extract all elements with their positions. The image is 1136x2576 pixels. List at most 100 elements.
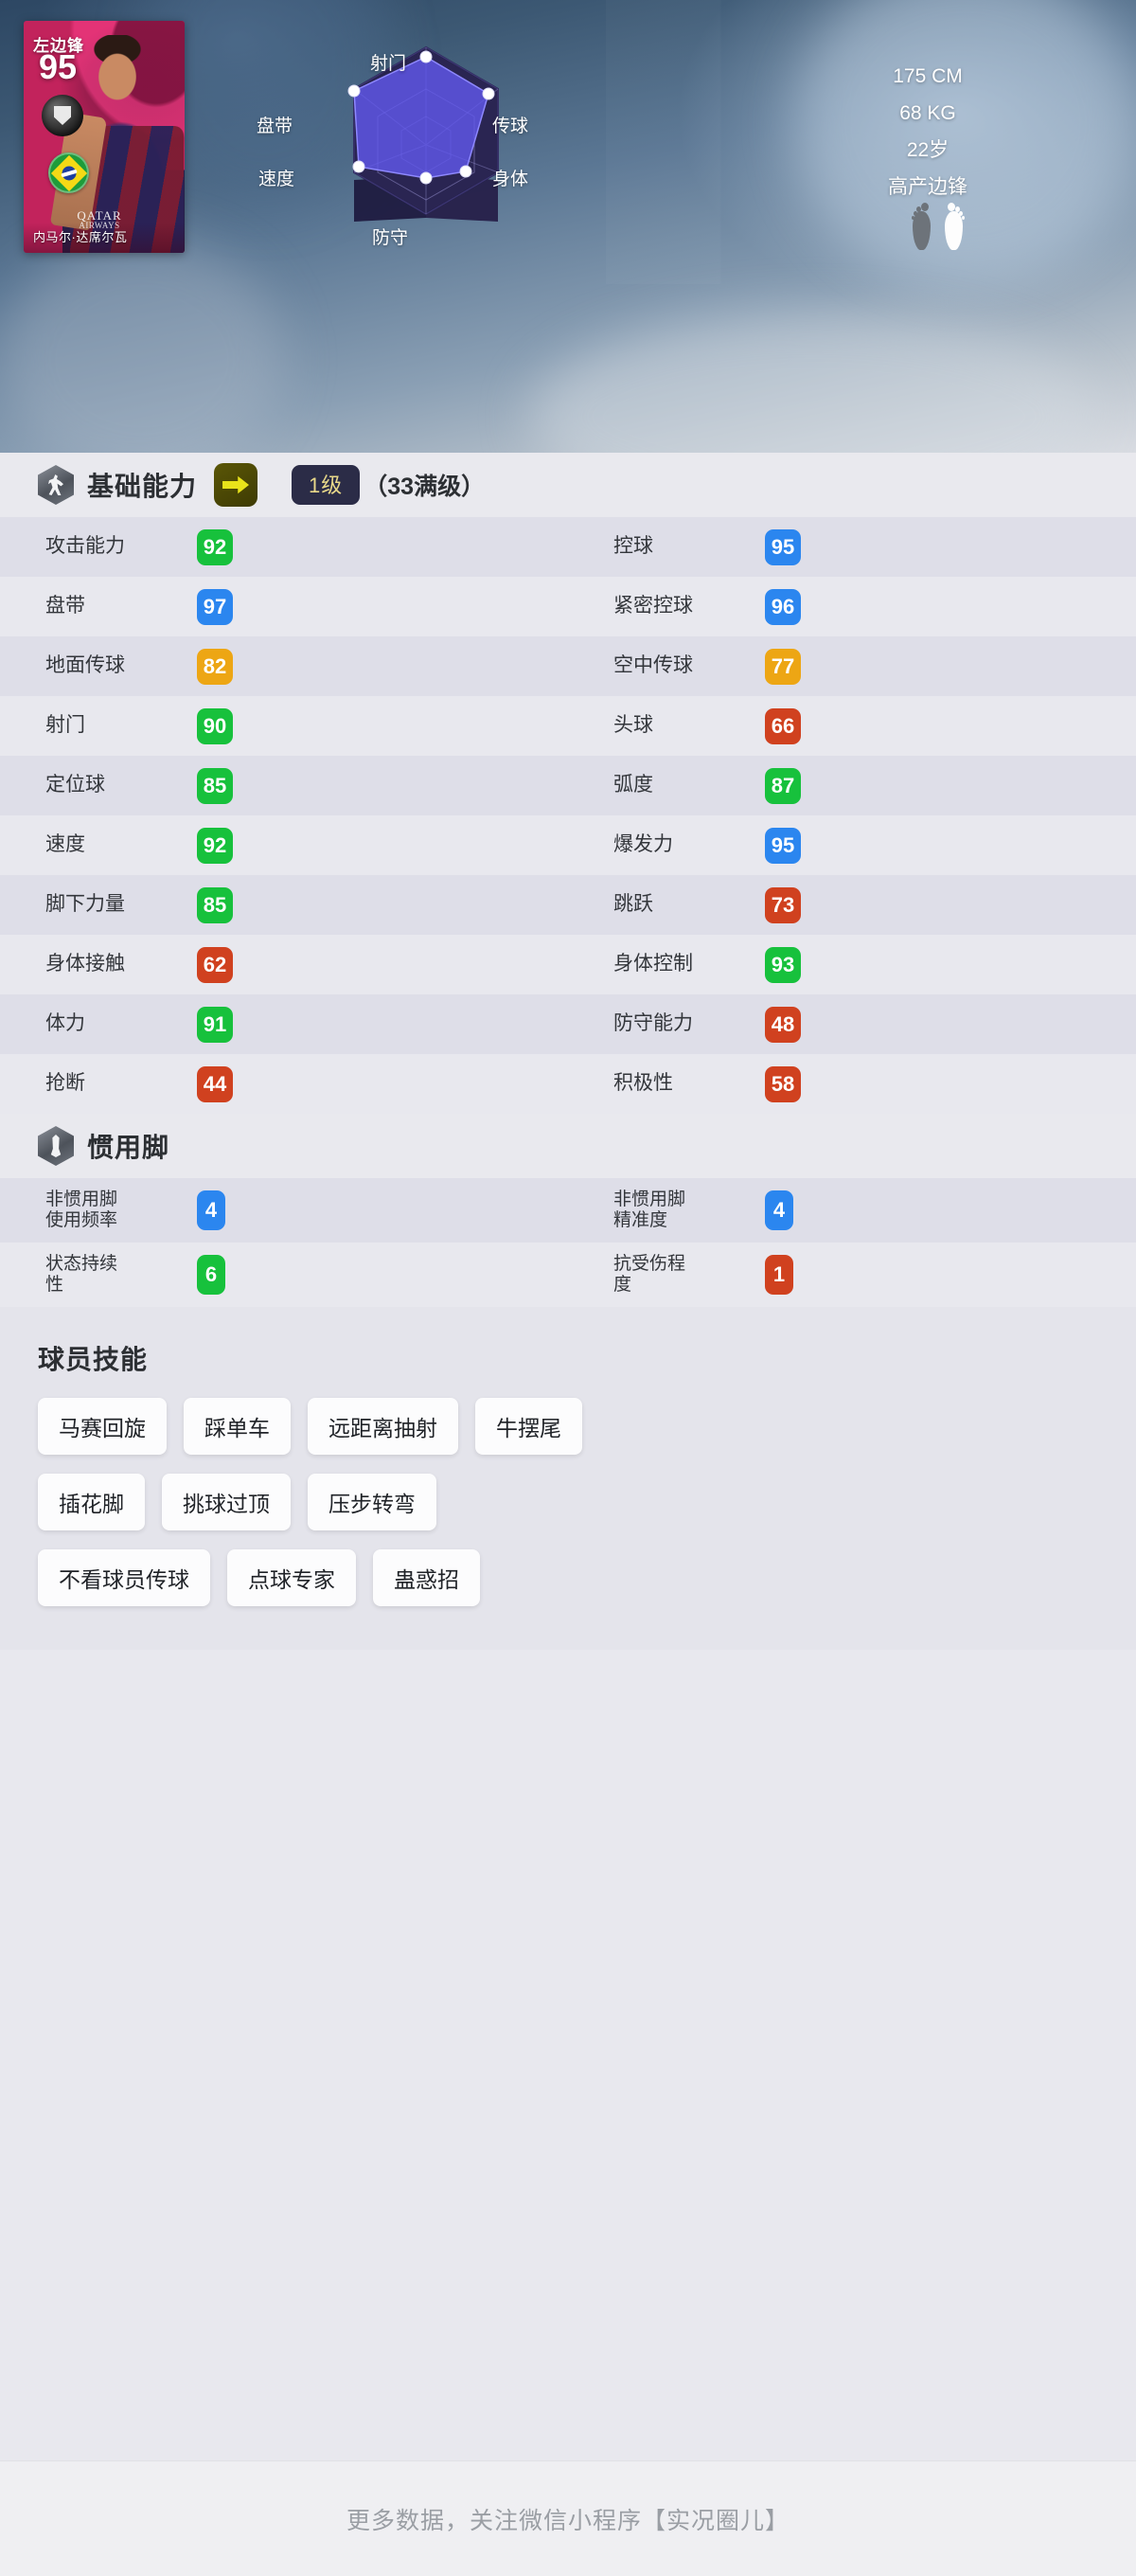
- bio-age: 22岁: [906, 138, 950, 161]
- stat-value-badge: 95: [765, 827, 801, 864]
- left-footprint-icon: [912, 201, 932, 250]
- stat-cell: 速度 92: [0, 815, 568, 875]
- table-row: 体力 91 防守能力 48: [0, 994, 1136, 1054]
- skill-chip-row: 马赛回旋 踩单车 远距离抽射 牛摆尾: [38, 1398, 1136, 1455]
- table-row: 地面传球 82 空中传球 77: [0, 636, 1136, 696]
- stat-label: 紧密控球: [613, 595, 693, 617]
- table-row: 定位球 85 弧度 87: [0, 756, 1136, 815]
- stat-label: 地面传球: [45, 654, 125, 677]
- skill-chip[interactable]: 踩单车: [184, 1398, 291, 1455]
- stat-value-badge: 97: [197, 588, 233, 625]
- brazil-flag-icon: [48, 152, 89, 193]
- radar-label-defending: 防守: [372, 228, 409, 248]
- player-card[interactable]: QATAR AIRWAYS 左边锋 95 内马尔·达席尔瓦: [24, 21, 185, 253]
- right-footprint-icon: [944, 201, 965, 250]
- radar-label-dribbling: 盘带: [257, 116, 293, 136]
- stat-value-badge: 4: [197, 1190, 225, 1230]
- skill-chip[interactable]: 牛摆尾: [475, 1398, 582, 1455]
- stat-value-badge: 66: [765, 707, 801, 744]
- stat-label: 抗受伤程度: [613, 1253, 686, 1295]
- skill-chip[interactable]: 远距离抽射: [308, 1398, 458, 1455]
- bio-weight: 68 KG: [899, 101, 956, 124]
- level-max-label: （33满级）: [364, 474, 486, 500]
- stat-value-badge: 85: [197, 767, 233, 804]
- stat-value-badge: 48: [765, 1006, 801, 1043]
- stat-value-badge: 85: [197, 886, 233, 923]
- stat-cell: 积极性 58: [568, 1054, 1136, 1114]
- stat-value-badge: 44: [197, 1065, 233, 1102]
- boot-hex-icon: [38, 1126, 74, 1166]
- basic-abilities-table: 攻击能力 92 控球 95 盘带 97 紧密控球 96 地面传球 82 空中传球 77 射门 90 头球 66…: [0, 517, 1136, 1114]
- stat-label: 爆发力: [613, 833, 673, 856]
- stat-cell: 抢断 44: [0, 1054, 568, 1114]
- stat-cell: 身体接触 62: [0, 935, 568, 994]
- player-skills-title: 球员技能: [38, 1345, 149, 1374]
- stat-label: 控球: [613, 535, 653, 558]
- stat-label: 非惯用脚 精准度: [613, 1189, 686, 1230]
- arrow-right-icon[interactable]: [214, 463, 258, 507]
- stat-value-badge: 90: [197, 707, 233, 744]
- stat-label: 状态持续性: [45, 1253, 118, 1295]
- skill-chip[interactable]: 不看球员传球: [38, 1549, 210, 1606]
- stat-cell: 状态持续性 6: [0, 1243, 568, 1307]
- level-badge[interactable]: 1级: [292, 465, 361, 505]
- skill-chip[interactable]: 挑球过顶: [162, 1474, 291, 1530]
- skill-chip-row: 插花脚 挑球过顶 压步转弯: [38, 1474, 1136, 1530]
- stat-value-badge: 92: [197, 827, 233, 864]
- skill-chip[interactable]: 蛊惑招: [373, 1549, 480, 1606]
- stat-value-badge: 77: [765, 648, 801, 685]
- stat-label: 体力: [45, 1012, 85, 1035]
- table-row: 状态持续性 6 抗受伤程度 1: [0, 1243, 1136, 1307]
- skill-chip[interactable]: 压步转弯: [308, 1474, 436, 1530]
- stat-label: 速度: [45, 833, 85, 856]
- stat-label: 空中传球: [613, 654, 693, 677]
- radar-svg: [347, 45, 499, 222]
- basic-abilities-title: 基础能力: [87, 472, 198, 501]
- attributes-radar-chart: 射门 盘带 速度 传球 身体 防守: [241, 21, 611, 258]
- player-skills-section: 球员技能 马赛回旋 踩单车 远距离抽射 牛摆尾 插花脚 挑球过顶 压步转弯 不看球员传球 点球专…: [0, 1307, 1136, 1650]
- stat-label: 非惯用脚 使用频率: [45, 1189, 118, 1230]
- stat-label: 攻击能力: [45, 535, 125, 558]
- stat-label: 积极性: [613, 1072, 673, 1095]
- table-row: 非惯用脚 使用频率 4 非惯用脚 精准度 4: [0, 1178, 1136, 1243]
- player-bio-block: 175 CM 68 KG 22岁 高产边锋: [786, 59, 1070, 206]
- stat-label: 身体接触: [45, 953, 125, 975]
- stat-cell: 紧密控球 96: [568, 577, 1136, 636]
- stat-label: 跳跃: [613, 893, 653, 916]
- table-row: 抢断 44 积极性 58: [0, 1054, 1136, 1114]
- strong-foot-title: 惯用脚: [87, 1133, 170, 1162]
- stat-cell: 脚下力量 85: [0, 875, 568, 935]
- stat-value-badge: 96: [765, 588, 801, 625]
- table-row: 脚下力量 85 跳跃 73: [0, 875, 1136, 935]
- stat-cell: 非惯用脚 使用频率 4: [0, 1178, 568, 1243]
- stat-cell: 头球 66: [568, 696, 1136, 756]
- stat-cell: 地面传球 82: [0, 636, 568, 696]
- skill-chip[interactable]: 点球专家: [227, 1549, 356, 1606]
- stat-label: 定位球: [45, 774, 105, 796]
- background-glow: [530, 313, 1098, 453]
- stat-label: 身体控制: [613, 953, 693, 975]
- stat-label: 抢断: [45, 1072, 85, 1095]
- stat-label: 射门: [45, 714, 85, 737]
- skill-chip[interactable]: 马赛回旋: [38, 1398, 167, 1455]
- stat-value-badge: 82: [197, 648, 233, 685]
- stat-cell: 非惯用脚 精准度 4: [568, 1178, 1136, 1243]
- stat-value-badge: 87: [765, 767, 801, 804]
- table-row: 速度 92 爆发力 95: [0, 815, 1136, 875]
- footer-text: 更多数据，关注微信小程序【实况圈儿】: [346, 2507, 790, 2534]
- card-rating-value: 95: [39, 47, 78, 86]
- card-player-name: 内马尔·达席尔瓦: [24, 223, 185, 253]
- stat-cell: 空中传球 77: [568, 636, 1136, 696]
- stat-cell: 体力 91: [0, 994, 568, 1054]
- stat-cell: 攻击能力 92: [0, 517, 568, 577]
- skill-chip-row: 不看球员传球 点球专家 蛊惑招: [38, 1549, 1136, 1606]
- stat-label: 脚下力量: [45, 893, 125, 916]
- stat-cell: 身体控制 93: [568, 935, 1136, 994]
- table-row: 攻击能力 92 控球 95: [0, 517, 1136, 577]
- stat-label: 头球: [613, 714, 653, 737]
- stat-label: 弧度: [613, 774, 653, 796]
- stat-cell: 爆发力 95: [568, 815, 1136, 875]
- skill-chip[interactable]: 插花脚: [38, 1474, 145, 1530]
- table-row: 身体接触 62 身体控制 93: [0, 935, 1136, 994]
- stat-value-badge: 73: [765, 886, 801, 923]
